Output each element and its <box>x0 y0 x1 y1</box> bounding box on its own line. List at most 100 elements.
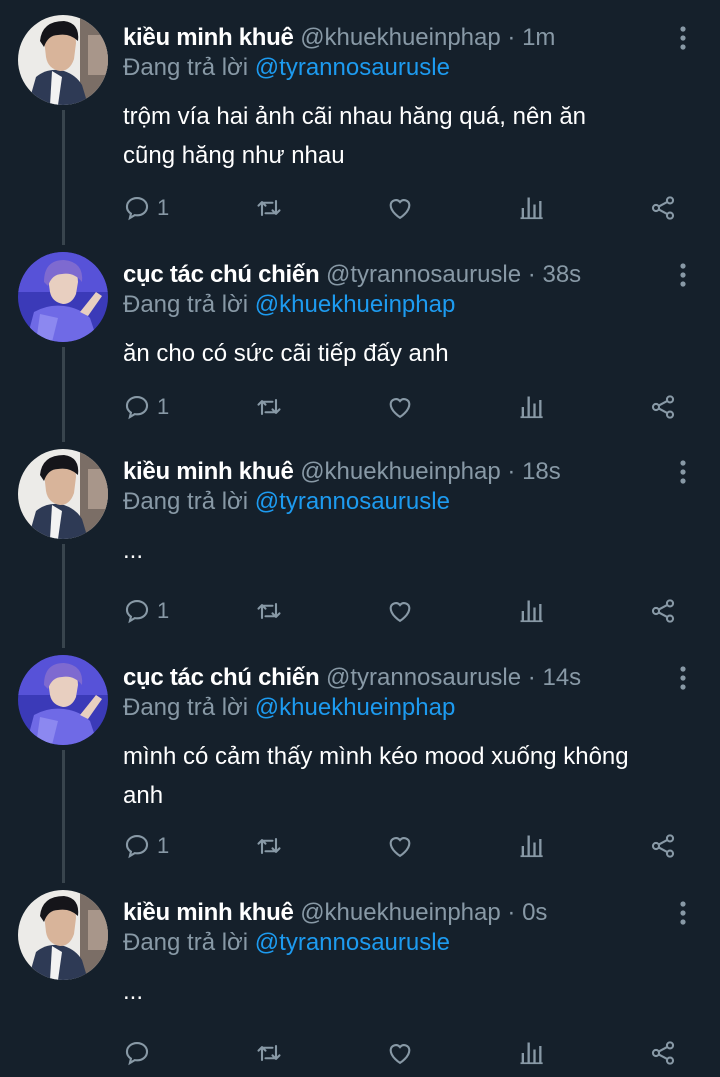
reply-icon <box>123 1039 151 1067</box>
author-name[interactable]: kiều minh khuê <box>123 458 294 485</box>
author-handle[interactable]: @tyrannosaurusle <box>326 664 521 691</box>
mention-link[interactable]: @khuekhueinphap <box>255 694 456 721</box>
retweet-button[interactable] <box>255 829 283 863</box>
tweet[interactable]: kiều minh khuê @khuekhueinphap · 18s Đan… <box>0 449 720 634</box>
retweet-icon <box>255 832 283 860</box>
like-button[interactable] <box>386 1036 414 1070</box>
heart-icon <box>386 194 414 222</box>
analytics-button[interactable] <box>517 191 545 225</box>
like-button[interactable] <box>386 191 414 225</box>
like-button[interactable] <box>386 594 414 628</box>
author-handle[interactable]: @khuekhueinphap <box>300 24 501 51</box>
tweet[interactable]: kiều minh khuê @khuekhueinphap · 0s Đang… <box>0 890 720 1076</box>
more-vertical-icon[interactable] <box>672 665 694 691</box>
reply-button[interactable]: 1 <box>123 191 169 225</box>
tweet-text: trộm vía hai ảnh cãi nhau hăng quá, nên … <box>123 97 703 175</box>
separator-dot: · <box>527 664 536 691</box>
replying-to-label: Đang trả lời <box>123 488 249 515</box>
author-handle[interactable]: @tyrannosaurusle <box>326 261 521 288</box>
retweet-button[interactable] <box>255 594 283 628</box>
author-name[interactable]: cục tác chú chiến <box>123 261 320 288</box>
tweet-text-line: anh <box>123 782 164 809</box>
tweet[interactable]: cục tác chú chiến @tyrannosaurusle · 14s… <box>0 655 720 869</box>
share-icon <box>649 194 677 222</box>
tweet-text: ... <box>123 531 703 570</box>
analytics-button[interactable] <box>517 829 545 863</box>
analytics-button[interactable] <box>517 1036 545 1070</box>
like-button[interactable] <box>386 390 414 424</box>
share-button[interactable] <box>649 191 677 225</box>
replying-to-label: Đang trả lời <box>123 291 249 318</box>
avatar[interactable] <box>18 449 108 539</box>
reply-count: 1 <box>157 833 170 858</box>
like-button[interactable] <box>386 829 414 863</box>
reply-icon <box>123 597 151 625</box>
heart-icon <box>386 393 414 421</box>
tweet-actions: 1 <box>123 829 693 863</box>
reply-count: 1 <box>157 598 170 623</box>
mention-link[interactable]: @tyrannosaurusle <box>255 488 450 515</box>
author-handle[interactable]: @khuekhueinphap <box>300 899 501 926</box>
timestamp[interactable]: 18s <box>522 458 561 485</box>
analytics-icon <box>517 832 545 860</box>
retweet-button[interactable] <box>255 1036 283 1070</box>
separator-dot: · <box>507 458 516 485</box>
retweet-button[interactable] <box>255 191 283 225</box>
retweet-icon <box>255 393 283 421</box>
reply-button[interactable]: 1 <box>123 594 169 628</box>
analytics-icon <box>517 194 545 222</box>
avatar[interactable] <box>18 15 108 105</box>
more-vertical-icon[interactable] <box>672 262 694 288</box>
replying-to-label: Đang trả lời <box>123 929 249 956</box>
tweet-actions: 1 <box>123 390 693 424</box>
tweet-header: cục tác chú chiến @tyrannosaurusle · 38s <box>123 260 670 290</box>
tweet-text-line: ... <box>123 978 144 1005</box>
tweet-header: kiều minh khuê @khuekhueinphap · 1m <box>123 23 670 53</box>
timestamp[interactable]: 0s <box>522 899 547 926</box>
replying-to: Đang trả lời @tyrannosaurusle <box>123 928 450 958</box>
tweet-header: kiều minh khuê @khuekhueinphap · 18s <box>123 457 670 487</box>
analytics-button[interactable] <box>517 594 545 628</box>
tweet-text: ăn cho có sức cãi tiếp đấy anh <box>123 334 703 373</box>
timestamp[interactable]: 14s <box>542 664 581 691</box>
replying-to-label: Đang trả lời <box>123 694 249 721</box>
author-handle[interactable]: @khuekhueinphap <box>300 458 501 485</box>
analytics-button[interactable] <box>517 390 545 424</box>
separator-dot: · <box>507 899 516 926</box>
more-vertical-icon[interactable] <box>672 25 694 51</box>
retweet-button[interactable] <box>255 390 283 424</box>
tweet-text: mình có cảm thấy mình kéo mood xuống khô… <box>123 737 703 815</box>
tweet-text-line: mình có cảm thấy mình kéo mood xuống khô… <box>123 743 629 770</box>
share-button[interactable] <box>649 1036 677 1070</box>
replying-to: Đang trả lời @tyrannosaurusle <box>123 53 450 83</box>
avatar[interactable] <box>18 655 108 745</box>
share-button[interactable] <box>649 594 677 628</box>
tweet[interactable]: cục tác chú chiến @tyrannosaurusle · 38s… <box>0 252 720 430</box>
avatar[interactable] <box>18 890 108 980</box>
share-button[interactable] <box>649 829 677 863</box>
author-name[interactable]: cục tác chú chiến <box>123 664 320 691</box>
reply-icon <box>123 393 151 421</box>
reply-button[interactable]: 1 <box>123 390 169 424</box>
mention-link[interactable]: @khuekhueinphap <box>255 291 456 318</box>
author-name[interactable]: kiều minh khuê <box>123 899 294 926</box>
retweet-icon <box>255 597 283 625</box>
separator-dot: · <box>507 24 516 51</box>
more-vertical-icon[interactable] <box>672 459 694 485</box>
timestamp[interactable]: 1m <box>522 24 555 51</box>
mention-link[interactable]: @tyrannosaurusle <box>255 54 450 81</box>
tweet-header: kiều minh khuê @khuekhueinphap · 0s <box>123 898 670 928</box>
reply-button[interactable] <box>123 1036 157 1070</box>
share-icon <box>649 1039 677 1067</box>
mention-link[interactable]: @tyrannosaurusle <box>255 929 450 956</box>
more-vertical-icon[interactable] <box>672 900 694 926</box>
tweet-text-line: trộm vía hai ảnh cãi nhau hăng quá, nên … <box>123 103 587 130</box>
tweet[interactable]: kiều minh khuê @khuekhueinphap · 1m Đang… <box>0 15 720 231</box>
timestamp[interactable]: 38s <box>542 261 581 288</box>
separator-dot: · <box>527 261 536 288</box>
author-name[interactable]: kiều minh khuê <box>123 24 294 51</box>
retweet-icon <box>255 194 283 222</box>
reply-button[interactable]: 1 <box>123 829 169 863</box>
avatar[interactable] <box>18 252 108 342</box>
share-button[interactable] <box>649 390 677 424</box>
